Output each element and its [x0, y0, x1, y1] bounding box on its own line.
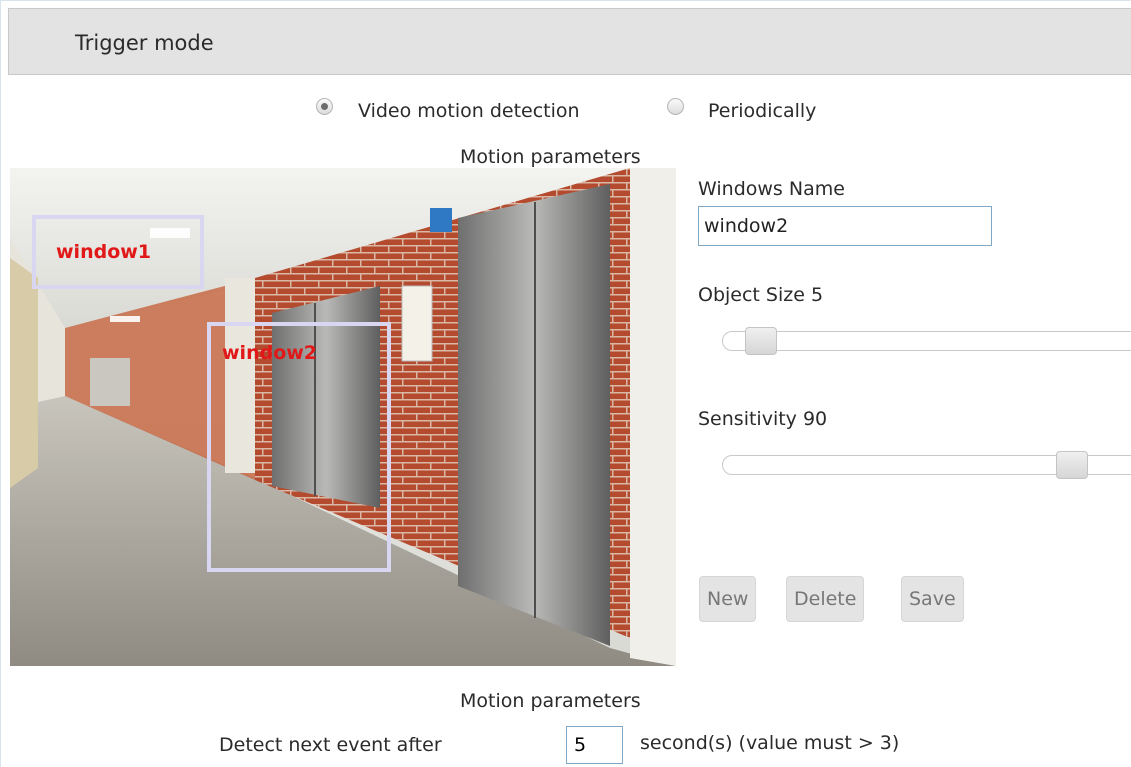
- sensitivity-slider-handle[interactable]: [1056, 451, 1089, 479]
- delete-button[interactable]: Delete: [786, 576, 865, 622]
- motion-window-2-label: window2: [222, 342, 318, 364]
- detect-next-event-label: Detect next event after: [219, 734, 442, 756]
- new-button[interactable]: New: [699, 576, 757, 622]
- object-size-slider-handle[interactable]: [745, 327, 778, 355]
- section-title: Trigger mode: [75, 31, 214, 55]
- radio-video-motion-detection[interactable]: [316, 98, 333, 115]
- radio-periodically[interactable]: [667, 98, 684, 115]
- save-button[interactable]: Save: [901, 576, 964, 622]
- sensitivity-label: Sensitivity 90: [698, 408, 828, 430]
- windows-name-input[interactable]: [698, 206, 992, 246]
- radio-label-periodically[interactable]: Periodically: [708, 100, 816, 122]
- object-size-label: Object Size 5: [698, 284, 824, 306]
- object-size-slider[interactable]: [722, 327, 1131, 355]
- detect-interval-suffix: second(s) (value must > 3): [640, 732, 900, 754]
- trigger-mode-selector: Video motion detection Periodically: [0, 94, 1131, 124]
- radio-label-video-motion-detection[interactable]: Video motion detection: [358, 100, 580, 122]
- motion-window-1-label: window1: [56, 241, 152, 263]
- section-header: Trigger mode: [8, 8, 1131, 75]
- motion-parameters-title: Motion parameters: [460, 146, 641, 168]
- windows-name-label: Windows Name: [698, 178, 845, 200]
- event-parameters-title: Motion parameters: [460, 690, 641, 712]
- video-preview[interactable]: window1 window2: [10, 168, 676, 666]
- detect-interval-input[interactable]: [566, 726, 623, 764]
- detect-next-event-row: Detect next event after second(s) (value…: [0, 726, 1131, 766]
- sensitivity-slider[interactable]: [722, 451, 1131, 479]
